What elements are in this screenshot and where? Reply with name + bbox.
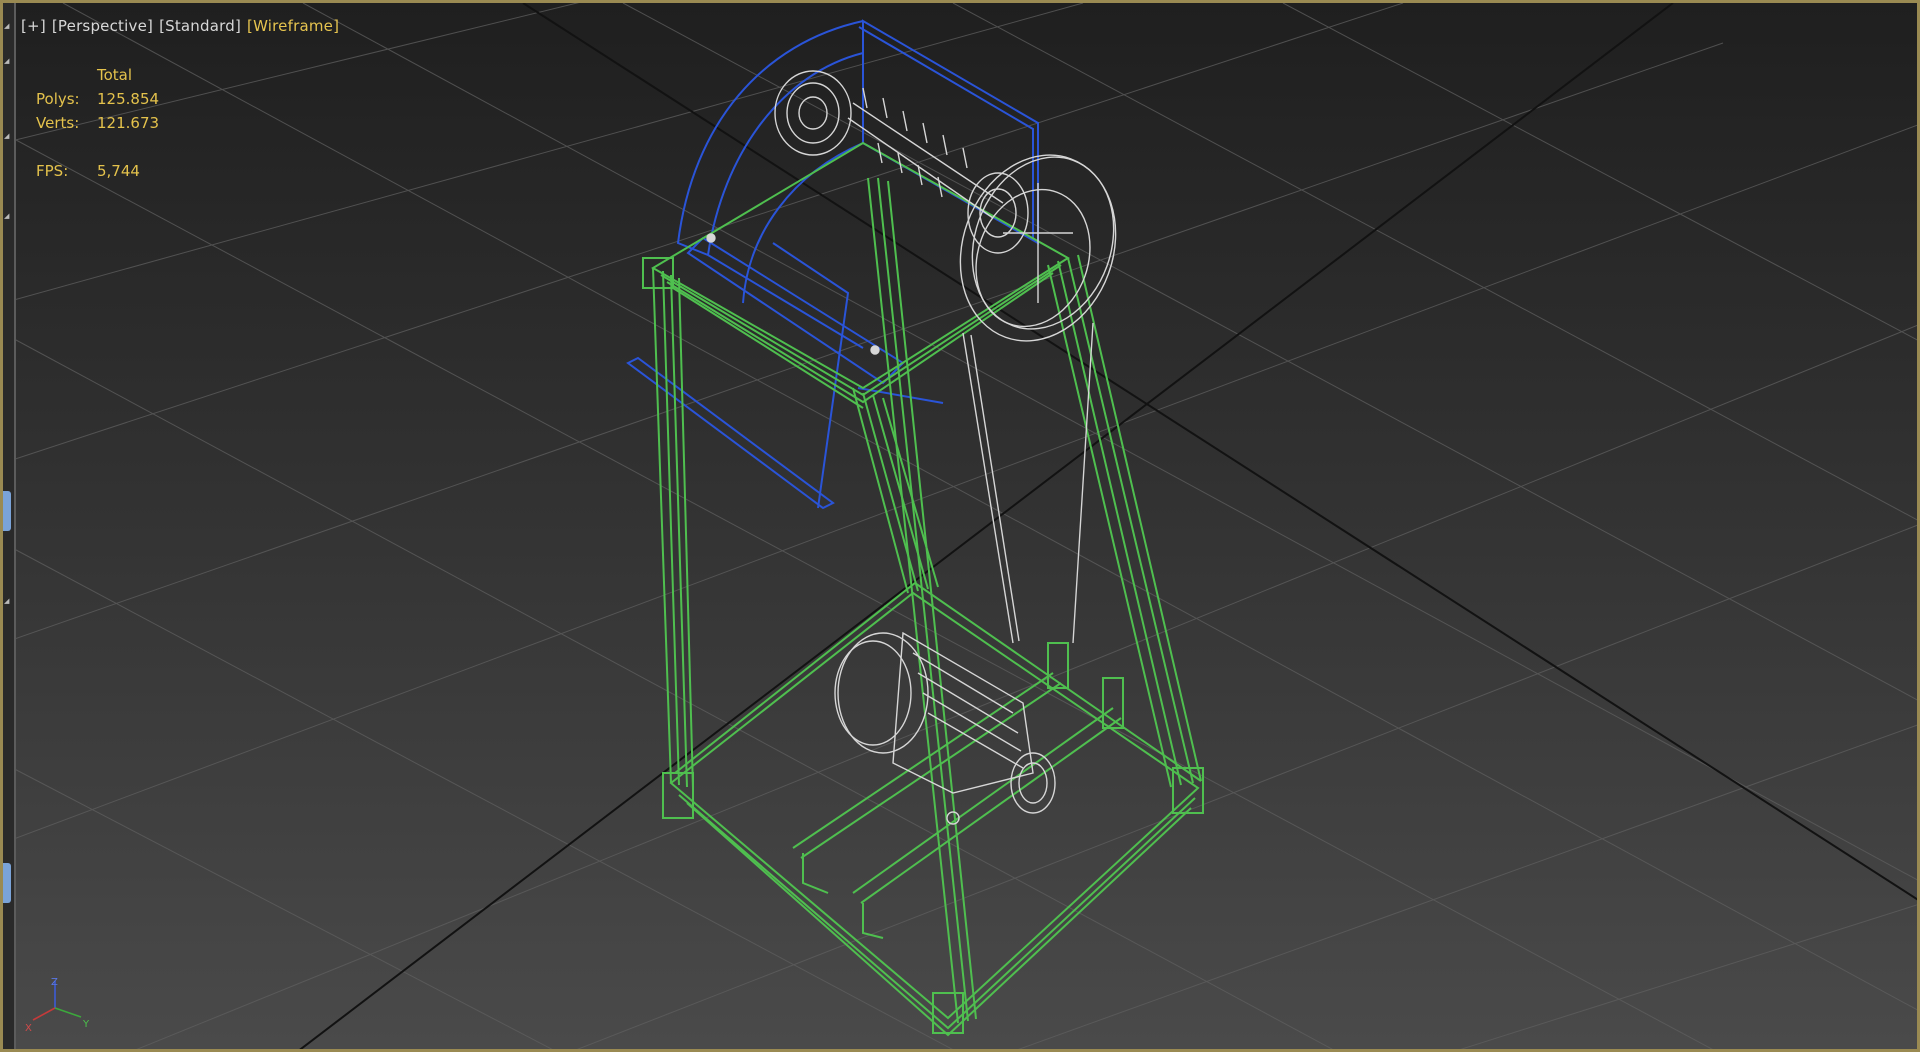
- strip-tab-upper[interactable]: [3, 491, 11, 531]
- stats-polys-label: Polys:: [36, 90, 80, 108]
- viewport-standard-menu[interactable]: [Standard]: [159, 17, 241, 35]
- stats-verts-value: 121.673: [97, 114, 160, 132]
- stats-polys-value: 125.854: [97, 90, 160, 108]
- stats-verts-row: Verts: 121.673: [36, 111, 159, 135]
- stats-fps-label: FPS:: [36, 162, 69, 180]
- wireframe-scene[interactable]: Z Y X: [3, 3, 1920, 1052]
- perspective-viewport[interactable]: ◢ ◢ ◢ ◢ ◢ Z Y X [+] [Perspective] [Stand…: [0, 0, 1920, 1052]
- viewport-shading-menu[interactable]: [Wireframe]: [247, 17, 339, 35]
- strip-tab-lower[interactable]: [3, 863, 11, 903]
- stats-polys-row: Polys: 125.854: [36, 87, 159, 111]
- left-command-strip: ◢ ◢ ◢ ◢ ◢: [3, 3, 16, 1049]
- stats-total-header: Total: [97, 66, 133, 84]
- axis-gizmo: Z Y X: [25, 977, 90, 1034]
- stats-fps-value: 5,744: [97, 162, 140, 180]
- viewport-general-menu[interactable]: [+]: [21, 17, 46, 35]
- strip-arrow-icon[interactable]: ◢: [4, 23, 9, 30]
- ground-grid: [3, 3, 1917, 1049]
- strip-arrow-icon[interactable]: ◢: [4, 598, 9, 605]
- statistics-overlay: Total Polys: 125.854 Verts: 121.673 FPS:…: [36, 63, 159, 183]
- stats-verts-label: Verts:: [36, 114, 80, 132]
- strip-arrow-icon[interactable]: ◢: [4, 213, 9, 220]
- strip-arrow-icon[interactable]: ◢: [4, 58, 9, 65]
- strip-arrow-icon[interactable]: ◢: [4, 133, 9, 140]
- grid-major-axes: [299, 3, 1917, 1049]
- viewport-label-menu: [+] [Perspective] [Standard] [Wireframe]: [21, 17, 345, 35]
- gizmo-x-label: X: [25, 1023, 32, 1034]
- stats-fps-row: FPS: 5,744: [36, 159, 159, 183]
- viewport-pov-menu[interactable]: [Perspective]: [52, 17, 153, 35]
- green-frame[interactable]: [642, 141, 1204, 1037]
- gizmo-z-label: Z: [51, 977, 58, 988]
- gizmo-y-label: Y: [82, 1019, 90, 1030]
